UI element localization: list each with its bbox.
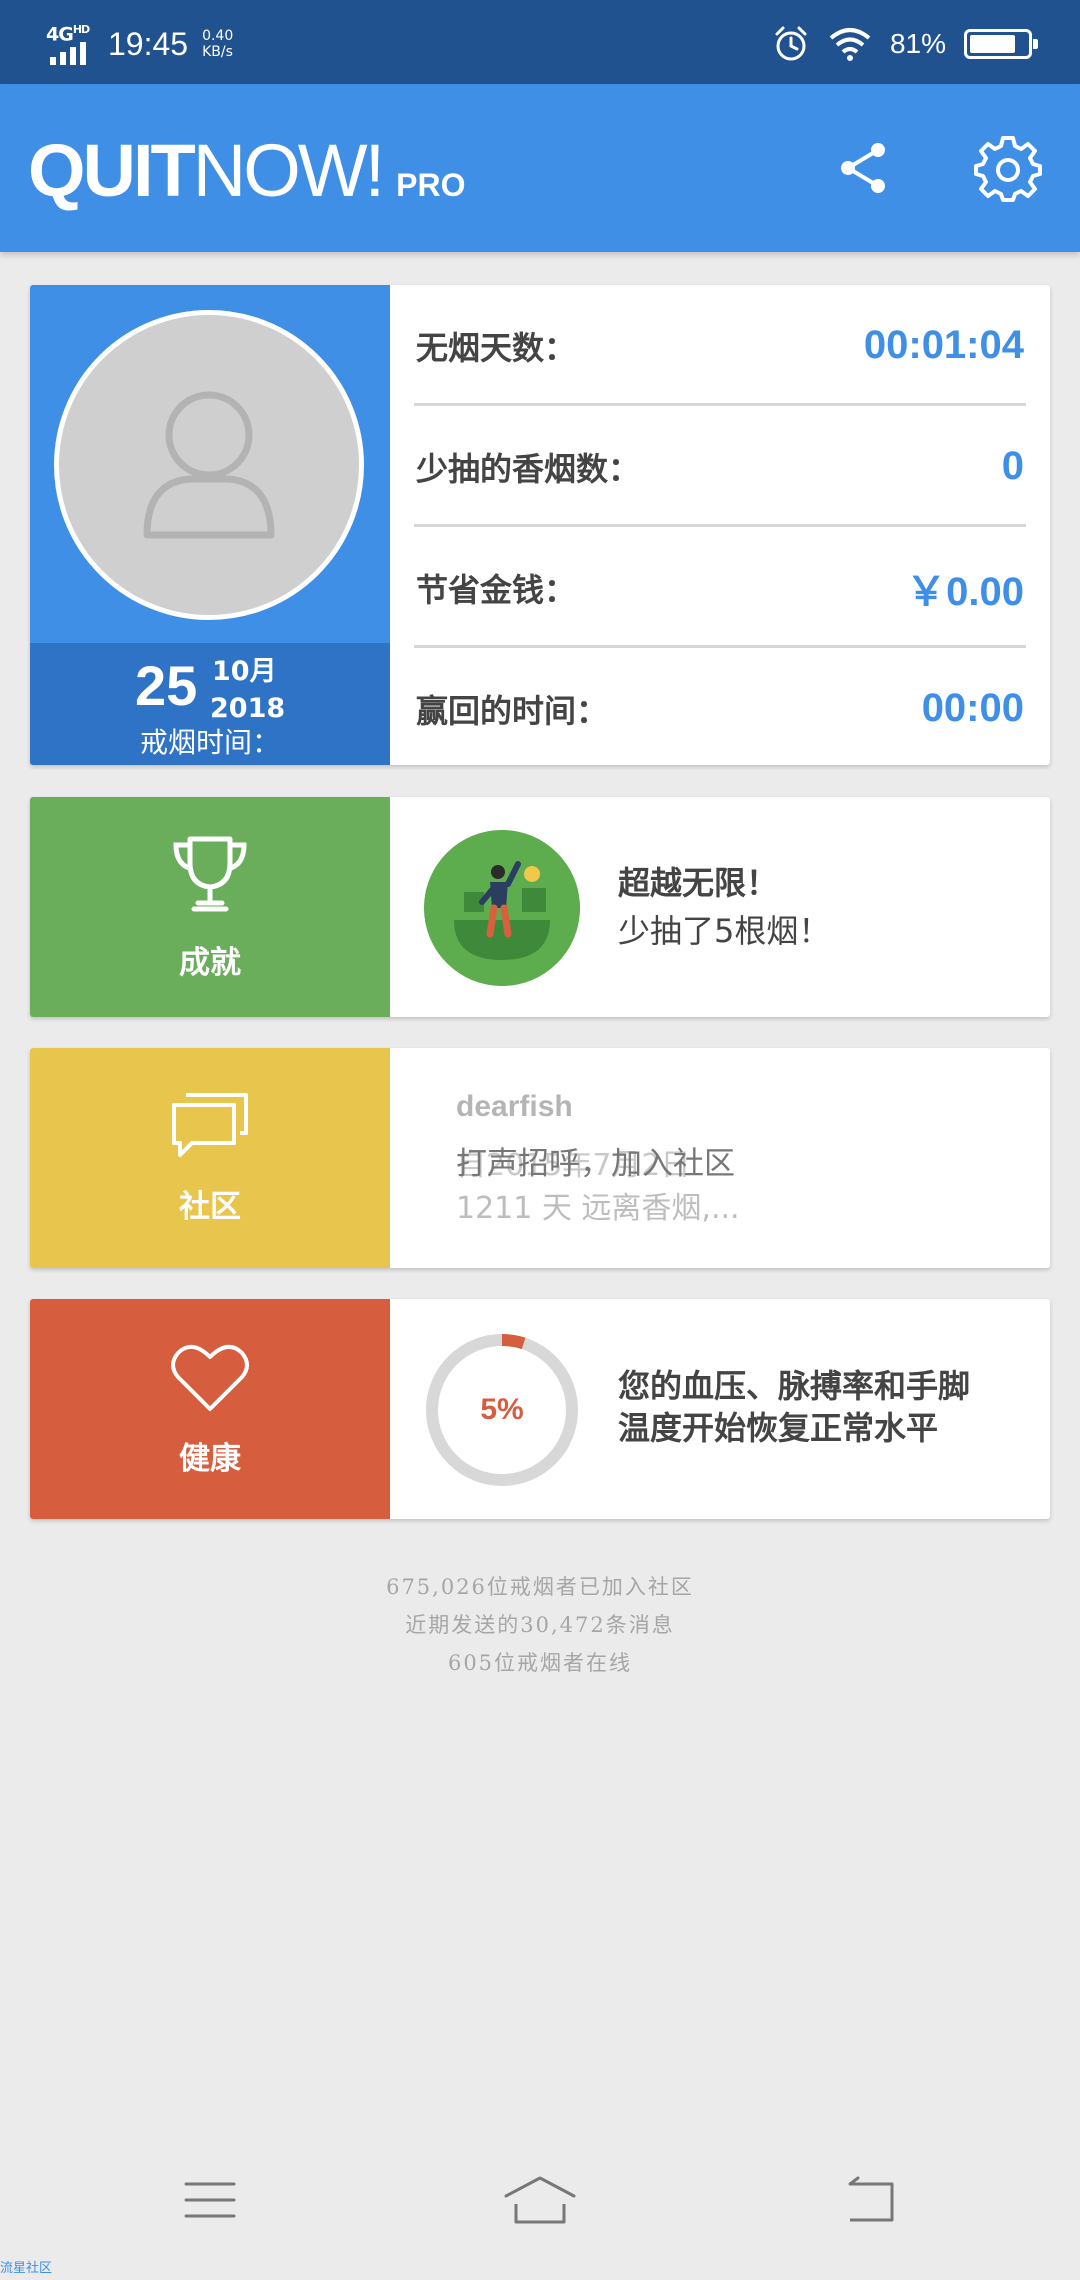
achievements-label: 成就 <box>179 944 241 981</box>
achievement-title: 超越无限！ <box>618 864 779 902</box>
achievements-tab[interactable]: 成就 <box>30 797 390 1017</box>
menu-button[interactable] <box>150 2160 270 2240</box>
watermark: 流星社区 <box>0 2261 53 2276</box>
share-button[interactable] <box>822 126 906 210</box>
community-post-snippet: 1211 天 远离香烟,... <box>456 1191 740 1226</box>
settings-button[interactable] <box>966 126 1050 210</box>
messages-count: 近期发送的30,472条消息 <box>405 1613 675 1637</box>
quit-month: 10月 <box>212 656 277 687</box>
community-tab[interactable]: 社区 <box>30 1048 390 1268</box>
share-icon <box>841 143 885 193</box>
status-time: 19:45 <box>108 25 189 62</box>
stat-cigarettes-not-smoked: 少抽的香烟数： 0 <box>416 444 1024 488</box>
achievements-card[interactable]: 成就 超越无限！ 少抽了5根烟！ <box>30 797 1050 1017</box>
stat-money-saved: 节省金钱： ￥0.00 <box>416 569 1024 614</box>
health-label: 健康 <box>179 1440 241 1477</box>
home-icon <box>504 2176 576 2224</box>
stat-time-won-back: 赢回的时间： 00:00 <box>416 686 1024 730</box>
wifi-icon <box>829 28 871 61</box>
chat-icon <box>172 1092 248 1157</box>
app-logo: QUIT NOW! PRO <box>28 129 466 212</box>
avatar[interactable] <box>54 310 364 620</box>
online-count: 605位戒烟者在线 <box>447 1651 633 1675</box>
network-speed: 0.40 KB/s <box>202 28 234 60</box>
community-join-message: 打声招呼，加入社区 <box>456 1146 735 1182</box>
back-icon <box>848 2176 894 2222</box>
battery-percent: 81% <box>889 28 946 59</box>
gear-icon <box>974 136 1042 202</box>
quit-date-label: 戒烟时间： <box>139 726 280 759</box>
community-card[interactable]: 社区 dearfish 自2015年7月2日 打声招呼，加入社区 1211 天 … <box>30 1048 1050 1268</box>
community-label: 社区 <box>179 1188 241 1225</box>
signal-icon: 4GHD <box>46 19 102 69</box>
members-count: 675,026位戒烟者已加入社区 <box>386 1575 694 1599</box>
profile-panel: 25 10月 2018 戒烟时间： <box>30 285 390 765</box>
status-bar: 4GHD 19:45 0.40 KB/s 81% <box>0 0 1080 84</box>
community-stats: 675,026位戒烟者已加入社区 近期发送的30,472条消息 605位戒烟者在… <box>0 1568 1080 1682</box>
battery-icon <box>964 29 1038 59</box>
health-tab[interactable]: 健康 <box>30 1299 390 1519</box>
menu-icon <box>184 2182 236 2218</box>
trophy-icon <box>173 836 247 911</box>
quit-day: 25 <box>135 654 198 717</box>
app-bar: QUIT NOW! PRO <box>0 84 1080 252</box>
profile-card[interactable]: 25 10月 2018 戒烟时间： 无烟天数： 00:01:04 少抽的香烟数：… <box>30 285 1050 765</box>
health-progress-label: 5% <box>480 1393 524 1426</box>
stats-panel: 无烟天数： 00:01:04 少抽的香烟数： 0 节省金钱： ￥0.00 赢回的… <box>390 285 1050 765</box>
health-text-line2: 温度开始恢复正常水平 <box>618 1409 939 1447</box>
achievement-badge <box>424 830 580 986</box>
back-button[interactable] <box>810 2160 930 2240</box>
alarm-icon <box>775 26 807 61</box>
user-icon <box>143 391 275 539</box>
achievement-subtitle: 少抽了5根烟！ <box>618 912 831 950</box>
stat-smoke-free-days: 无烟天数： 00:01:04 <box>416 323 1024 367</box>
health-text-line1: 您的血压、脉搏率和手脚 <box>618 1367 971 1405</box>
heart-icon <box>171 1344 249 1411</box>
health-card[interactable]: 健康 5% 您的血压、脉搏率和手脚 温度开始恢复正常水平 <box>30 1299 1050 1519</box>
quit-year: 2018 <box>210 693 286 719</box>
home-button[interactable] <box>480 2160 600 2240</box>
quit-date: 25 10月 2018 戒烟时间： <box>30 643 390 765</box>
community-username: dearfish <box>456 1090 573 1123</box>
navigation-bar: 流星社区 <box>0 2130 1080 2280</box>
